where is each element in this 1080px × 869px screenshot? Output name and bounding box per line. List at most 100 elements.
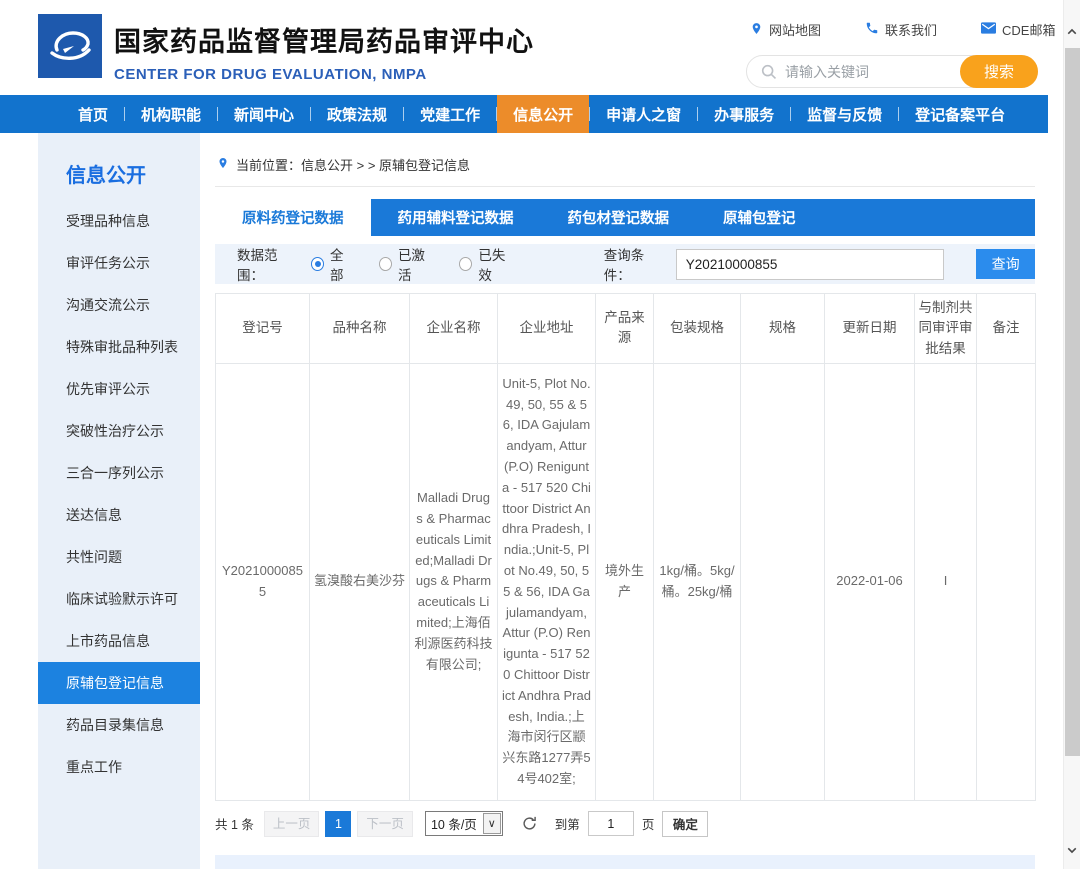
- radio-checked-icon[interactable]: [311, 257, 324, 271]
- nav-item[interactable]: 登记备案平台: [899, 95, 1021, 133]
- scrollbar-thumb[interactable]: [1065, 48, 1080, 756]
- mail-link[interactable]: CDE邮箱: [981, 20, 1055, 39]
- chevron-up-icon[interactable]: [1064, 22, 1080, 40]
- site-subtitle: CENTER FOR DRUG EVALUATION, NMPA: [114, 66, 534, 83]
- site-search-button[interactable]: 搜索: [960, 55, 1038, 88]
- sidebar-item[interactable]: 受理品种信息: [38, 200, 200, 242]
- col-spec: 规格: [741, 294, 825, 364]
- site-search-input[interactable]: [785, 57, 955, 86]
- cell-spec: [741, 363, 825, 800]
- nav-item[interactable]: 监督与反馈: [791, 95, 898, 133]
- sidebar-item[interactable]: 共性问题: [38, 536, 200, 578]
- main-nav: 首页 机构职能 新闻中心 政策法规 党建工作 信息公开 申请人之窗 办事服务 监…: [0, 95, 1048, 133]
- nav-item[interactable]: 机构职能: [125, 95, 217, 133]
- radio-unchecked-icon[interactable]: [459, 257, 472, 271]
- radio-all[interactable]: 全部: [311, 244, 355, 284]
- cell-approval-result: I: [915, 363, 977, 800]
- sidebar-item[interactable]: 优先审评公示: [38, 368, 200, 410]
- nav-item[interactable]: 党建工作: [404, 95, 496, 133]
- sidebar-item[interactable]: 特殊审批品种列表: [38, 326, 200, 368]
- sidebar-item[interactable]: 重点工作: [38, 746, 200, 788]
- chevron-down-icon[interactable]: [1064, 841, 1080, 859]
- tab-raw-excipient-package[interactable]: 原辅包登记: [696, 199, 823, 236]
- chevron-down-icon[interactable]: ∨: [483, 813, 501, 834]
- radio-expired-label: 已失效: [478, 244, 515, 284]
- breadcrumb: 当前位置：信息公开 > > 原辅包登记信息: [215, 151, 1035, 187]
- cell-registration-no: Y20210000855: [216, 363, 310, 800]
- table-row: Y20210000855 氢溴酸右美沙芬 Malladi Drugs & Pha…: [216, 363, 1036, 800]
- sidebar: 信息公开 受理品种信息 审评任务公示 沟通交流公示 特殊审批品种列表 优先审评公…: [38, 133, 200, 869]
- nav-item[interactable]: 政策法规: [311, 95, 403, 133]
- cell-package-spec: 1kg/桶。5kg/桶。25kg/桶: [654, 363, 741, 800]
- refresh-icon[interactable]: [521, 815, 539, 833]
- scope-label: 数据范围：: [237, 244, 301, 284]
- query-input[interactable]: [676, 249, 944, 280]
- sidebar-item[interactable]: 三合一序列公示: [38, 452, 200, 494]
- col-product-name: 品种名称: [310, 294, 410, 364]
- sidebar-item[interactable]: 上市药品信息: [38, 620, 200, 662]
- col-approval-result: 与制剂共同审评审批结果: [915, 294, 977, 364]
- page-size-select[interactable]: 10 条/页 ∨: [425, 811, 503, 836]
- sidebar-item[interactable]: 药品目录集信息: [38, 704, 200, 746]
- pagination: 共 1 条 上一页 1 下一页 10 条/页 ∨ 到第: [215, 811, 1035, 837]
- col-package-spec: 包装规格: [654, 294, 741, 364]
- sidebar-item[interactable]: 突破性治疗公示: [38, 410, 200, 452]
- page-scrollbar[interactable]: [1063, 0, 1080, 869]
- radio-all-label: 全部: [330, 244, 355, 284]
- radio-activated[interactable]: 已激活: [379, 244, 435, 284]
- nav-item[interactable]: 申请人之窗: [590, 95, 697, 133]
- goto-unit: 页: [642, 814, 655, 833]
- location-pin-icon: [217, 156, 229, 173]
- mail-icon: [981, 22, 996, 37]
- sidebar-item[interactable]: 送达信息: [38, 494, 200, 536]
- sidebar-item[interactable]: 临床试验默示许可: [38, 578, 200, 620]
- col-product-source: 产品来源: [596, 294, 654, 364]
- page-size-value: 10 条/页: [426, 814, 482, 833]
- nav-item-active[interactable]: 信息公开: [497, 95, 589, 133]
- nav-item[interactable]: 办事服务: [698, 95, 790, 133]
- tab-packaging-material-data[interactable]: 药包材登记数据: [541, 199, 697, 236]
- contact-link[interactable]: 联系我们: [865, 20, 937, 39]
- radio-unchecked-icon[interactable]: [379, 257, 392, 271]
- nav-item[interactable]: 新闻中心: [218, 95, 310, 133]
- site-title: 国家药品监督管理局药品审评中心: [114, 20, 534, 59]
- mail-label: CDE邮箱: [1002, 20, 1055, 39]
- filterbar: 数据范围： 全部 已激活 已失效: [215, 244, 1035, 284]
- sidebar-item-active[interactable]: 原辅包登记信息: [38, 662, 200, 704]
- cell-remark: [977, 363, 1036, 800]
- cde-logo[interactable]: [38, 14, 102, 78]
- site-search: 搜索: [746, 55, 1038, 88]
- nav-item[interactable]: 首页: [62, 95, 124, 133]
- sidebar-item[interactable]: 审评任务公示: [38, 242, 200, 284]
- sidebar-item[interactable]: 沟通交流公示: [38, 284, 200, 326]
- col-update-date: 更新日期: [825, 294, 915, 364]
- table-header-row: 登记号 品种名称 企业名称 企业地址 产品来源 包装规格 规格 更新日期 与制剂…: [216, 294, 1036, 364]
- quick-links: 网站地图 联系我们 CDE邮箱: [750, 20, 1055, 39]
- tab-excipient-data[interactable]: 药用辅料登记数据: [371, 199, 541, 236]
- prev-page-button[interactable]: 上一页: [264, 811, 320, 837]
- footnote: 注：“与制剂共同审评审批结果”释义： 符号 代表含义 A 已批准在上市制剂使用的…: [215, 855, 1035, 869]
- cell-company-name: Malladi Drugs & Pharmaceuticals Limited;…: [410, 363, 498, 800]
- radio-expired[interactable]: 已失效: [459, 244, 515, 284]
- sitemap-label: 网站地图: [769, 20, 821, 39]
- page: 国家药品监督管理局药品审评中心 CENTER FOR DRUG EVALUATI…: [0, 0, 1080, 869]
- confirm-button[interactable]: 确定: [662, 811, 708, 837]
- next-page-button[interactable]: 下一页: [357, 811, 413, 837]
- tabbar: 原料药登记数据 药用辅料登记数据 药包材登记数据 原辅包登记: [215, 199, 1035, 236]
- page-number-button[interactable]: 1: [325, 811, 351, 837]
- sitemap-link[interactable]: 网站地图: [750, 20, 821, 39]
- cell-product-source: 境外生产: [596, 363, 654, 800]
- tab-raw-material-data[interactable]: 原料药登记数据: [215, 199, 371, 236]
- col-company-name: 企业名称: [410, 294, 498, 364]
- col-registration-no: 登记号: [216, 294, 310, 364]
- goto-page-input[interactable]: [588, 811, 634, 836]
- contact-label: 联系我们: [885, 20, 937, 39]
- col-remark: 备注: [977, 294, 1036, 364]
- cell-company-address: Unit-5, Plot No.49, 50, 55 & 56, IDA Gaj…: [498, 363, 596, 800]
- query-label: 查询条件：: [604, 244, 668, 284]
- location-pin-icon: [750, 21, 763, 39]
- breadcrumb-text: 当前位置：信息公开 > > 原辅包登记信息: [236, 155, 470, 174]
- query-button[interactable]: 查询: [976, 249, 1035, 279]
- cell-update-date: 2022-01-06: [825, 363, 915, 800]
- radio-activated-label: 已激活: [398, 244, 435, 284]
